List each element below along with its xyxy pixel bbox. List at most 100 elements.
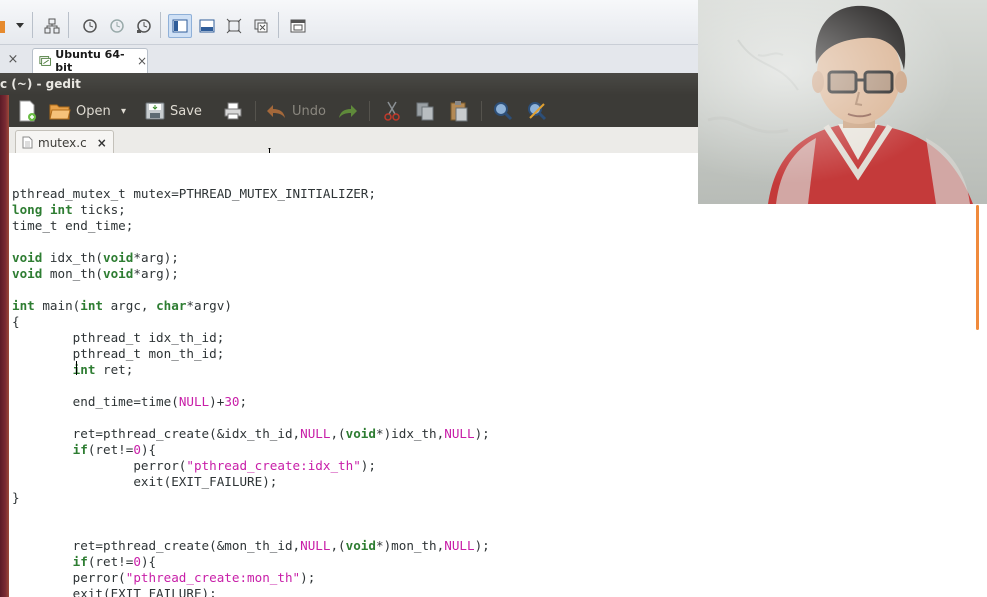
code-text: main( [34, 298, 81, 313]
show-library-icon[interactable] [168, 14, 192, 38]
vm-power-button[interactable] [0, 21, 5, 33]
tab-mutex-c[interactable]: mutex.c × [15, 130, 114, 154]
code-literal: "pthread_create:mon_th" [125, 570, 301, 585]
code-line[interactable]: void idx_th(void*arg); [12, 250, 490, 266]
code-text: ); [474, 538, 490, 553]
code-text: ); [360, 458, 376, 473]
code-line[interactable] [12, 170, 490, 186]
code-line[interactable] [12, 506, 490, 522]
code-text: ); [300, 570, 316, 585]
text-file-icon [22, 136, 33, 149]
toolbar-divider [278, 12, 279, 38]
code-literal: 0 [133, 442, 141, 457]
magnifier-icon [494, 102, 513, 121]
unity-mode-icon[interactable] [249, 14, 273, 38]
code-line[interactable] [12, 410, 490, 426]
power-dropdown-icon[interactable] [8, 14, 32, 38]
code-line[interactable]: pthread_t idx_th_id; [12, 330, 490, 346]
code-text: idx_th( [42, 250, 104, 265]
cut-button[interactable] [383, 99, 401, 123]
new-document-button[interactable] [17, 99, 37, 123]
code-line[interactable]: pthread_mutex_t mutex=PTHREAD_MUTEX_INIT… [12, 186, 490, 202]
code-line[interactable]: long int ticks; [12, 202, 490, 218]
code-text: exit(EXIT_FAILURE); [12, 474, 278, 489]
network-icon[interactable] [40, 14, 64, 38]
code-keyword: int [12, 298, 35, 313]
code-line[interactable] [12, 522, 490, 538]
source-code[interactable]: pthread_mutex_t mutex=PTHREAD_MUTEX_INIT… [12, 170, 490, 597]
snapshot-icon[interactable] [78, 14, 102, 38]
code-text: )+ [209, 394, 225, 409]
code-text: pthread_t mon_th_id; [12, 346, 225, 361]
close-icon[interactable]: × [8, 52, 19, 67]
code-line[interactable]: ret=pthread_create(&idx_th_id,NULL,(void… [12, 426, 490, 442]
code-text: ){ [140, 554, 157, 569]
open-recent-dropdown[interactable]: ▾ [121, 99, 126, 123]
code-keyword: void [103, 250, 134, 265]
redo-button[interactable] [337, 99, 359, 123]
code-line[interactable]: if(ret!=0){ [12, 554, 490, 570]
close-icon[interactable]: × [97, 136, 107, 150]
toolbar-divider [481, 101, 482, 121]
code-line[interactable]: if(ret!=0){ [12, 442, 490, 458]
code-line[interactable]: exit(EXIT_FAILURE); [12, 586, 490, 597]
code-line[interactable]: } [12, 490, 490, 506]
code-keyword: if [72, 442, 88, 457]
undo-arrow-icon [267, 105, 285, 118]
undo-button[interactable]: Undo [265, 99, 326, 123]
window-title: c (~) - gedit [0, 77, 81, 91]
close-icon[interactable]: × [137, 54, 147, 68]
open-button[interactable]: Open [49, 99, 111, 123]
code-line[interactable] [12, 282, 490, 298]
snapshot-manager-icon[interactable] [132, 14, 156, 38]
code-line[interactable]: perror("pthread_create:idx_th"); [12, 458, 490, 474]
folder-open-icon [49, 104, 71, 120]
code-line[interactable]: time_t end_time; [12, 218, 490, 234]
print-button[interactable] [223, 99, 243, 123]
code-line[interactable]: int main(int argc, char*argv) [12, 298, 490, 314]
code-text: ret=pthread_create(&mon_th_id, [12, 538, 301, 553]
code-line[interactable]: end_time=time(NULL)+30; [12, 394, 490, 410]
code-line[interactable] [12, 234, 490, 250]
code-text: *)mon_th, [375, 538, 445, 553]
find-replace-icon [528, 102, 547, 121]
full-screen-icon[interactable] [222, 14, 246, 38]
code-line[interactable]: void mon_th(void*arg); [12, 266, 490, 282]
paste-button[interactable] [449, 99, 469, 123]
code-keyword: long [12, 202, 43, 217]
paste-icon [450, 101, 468, 122]
revert-snapshot-icon[interactable] [105, 14, 129, 38]
find-replace-button[interactable] [527, 99, 547, 123]
open-label: Open [76, 103, 111, 119]
copy-button[interactable] [415, 99, 435, 123]
toolbar-divider [68, 12, 69, 38]
tab-ubuntu-64-bit[interactable]: Ubuntu 64-bit × [32, 48, 148, 74]
code-text: ; [239, 394, 248, 409]
code-line[interactable]: pthread_t mon_th_id; [12, 346, 490, 362]
code-literal: "pthread_create:idx_th" [186, 458, 361, 473]
toolbar-divider [32, 12, 33, 38]
code-line[interactable]: perror("pthread_create:mon_th"); [12, 570, 490, 586]
code-line[interactable]: { [12, 314, 490, 330]
toolbar-divider [255, 101, 256, 121]
console-view-icon[interactable] [286, 14, 310, 38]
code-text: ,( [330, 538, 346, 553]
scrollbar-thumb[interactable] [976, 205, 979, 330]
code-editor[interactable]: pthread_mutex_t mutex=PTHREAD_MUTEX_INIT… [9, 153, 975, 597]
find-button[interactable] [493, 99, 513, 123]
code-keyword: void [103, 266, 134, 281]
code-text: mon_th( [42, 266, 104, 281]
code-line[interactable]: ret=pthread_create(&mon_th_id,NULL,(void… [12, 538, 490, 554]
code-line[interactable]: exit(EXIT_FAILURE); [12, 474, 490, 490]
thumbnail-bar-icon[interactable] [195, 14, 219, 38]
save-button[interactable]: Save [145, 99, 202, 123]
code-text: ){ [140, 442, 157, 457]
tab-home-close[interactable]: × [0, 47, 26, 71]
code-line[interactable] [12, 378, 490, 394]
code-line[interactable]: int ret; [12, 362, 490, 378]
code-literal: NULL [300, 538, 331, 553]
